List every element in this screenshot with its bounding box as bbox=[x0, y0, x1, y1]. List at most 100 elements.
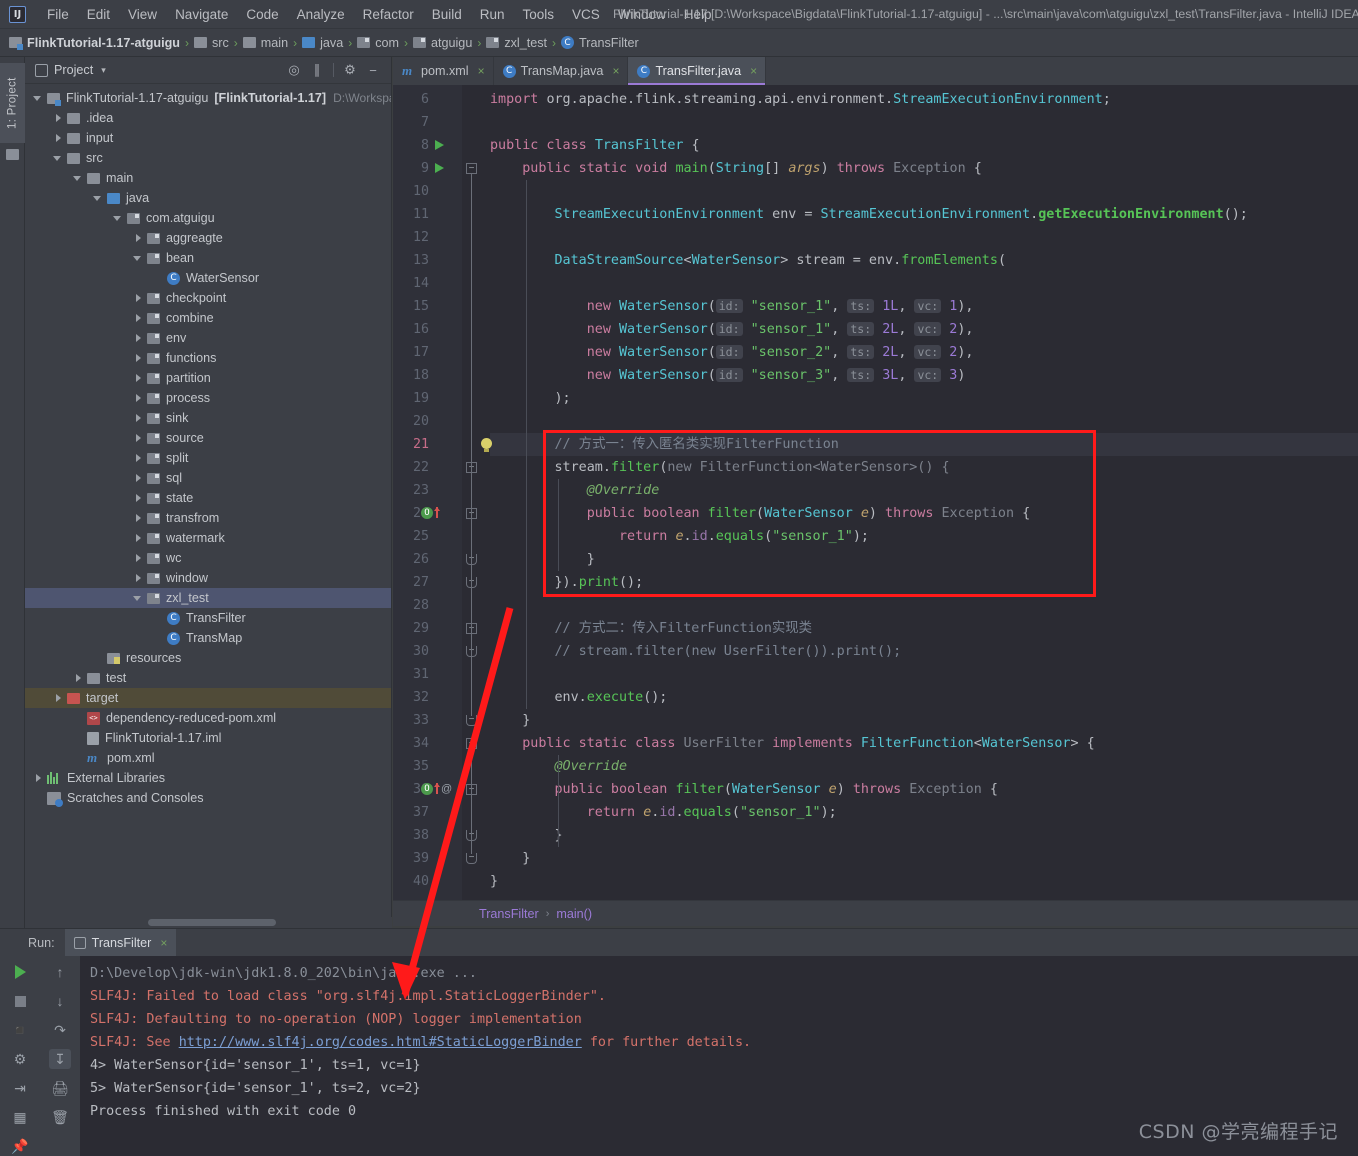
implements-method-icon[interactable]: O bbox=[421, 783, 433, 795]
tree-toggle-closed-icon[interactable] bbox=[133, 233, 144, 244]
tree-node-transmap[interactable]: C TransMap bbox=[25, 628, 391, 648]
tree-node-combine[interactable]: combine bbox=[25, 308, 391, 328]
code-line[interactable]: } bbox=[490, 709, 530, 732]
tree-node-watersensor[interactable]: C WaterSensor bbox=[25, 268, 391, 288]
tree-node-src[interactable]: src bbox=[25, 148, 391, 168]
tree-toggle-closed-icon[interactable] bbox=[133, 313, 144, 324]
menu-item-tools[interactable]: Tools bbox=[514, 4, 564, 25]
tree-toggle-closed-icon[interactable] bbox=[133, 453, 144, 464]
tree-node-sink[interactable]: sink bbox=[25, 408, 391, 428]
code-line[interactable]: } bbox=[490, 824, 562, 847]
menu-item-refactor[interactable]: Refactor bbox=[354, 4, 423, 25]
tree-node-sql[interactable]: sql bbox=[25, 468, 391, 488]
tree-node-watermark[interactable]: watermark bbox=[25, 528, 391, 548]
editor-tab-transfilter-java[interactable]: C TransFilter.java × bbox=[628, 57, 767, 85]
code-line[interactable]: public static class UserFilter implement… bbox=[490, 732, 1094, 755]
pin-icon[interactable]: 📌 bbox=[9, 1136, 31, 1156]
close-icon[interactable]: × bbox=[160, 936, 167, 950]
code-fold-icon[interactable]: − bbox=[466, 738, 477, 749]
code-line[interactable]: public static void main(String[] args) t… bbox=[490, 157, 982, 180]
scroll-down-icon[interactable]: ↓ bbox=[49, 991, 71, 1011]
menu-item-build[interactable]: Build bbox=[423, 4, 471, 25]
code-line[interactable]: }).print(); bbox=[490, 571, 643, 594]
tree-node--idea[interactable]: .idea bbox=[25, 108, 391, 128]
hide-icon[interactable]: − bbox=[363, 60, 383, 80]
editor-tab-bar[interactable]: m pom.xml × C TransMap.java × C TransFilter.jav… bbox=[393, 57, 1358, 85]
breadcrumb-item-main[interactable]: main bbox=[242, 36, 288, 50]
code-line[interactable]: new WaterSensor(id: "sensor_1", ts: 1L, … bbox=[490, 295, 973, 318]
code-fold-icon[interactable]: − bbox=[466, 715, 477, 726]
override-arrow-icon[interactable] bbox=[434, 507, 440, 518]
menu-item-vcs[interactable]: VCS bbox=[563, 4, 609, 25]
collapse-all-icon[interactable]: ∥ bbox=[307, 60, 327, 80]
tree-node-input[interactable]: input bbox=[25, 128, 391, 148]
tree-toggle-open-icon[interactable] bbox=[93, 193, 104, 204]
tree-node-transfrom[interactable]: transfrom bbox=[25, 508, 391, 528]
tree-toggle-closed-icon[interactable] bbox=[133, 353, 144, 364]
tree-node-split[interactable]: split bbox=[25, 448, 391, 468]
run-gutter-icon[interactable] bbox=[435, 163, 444, 173]
run-toolbar-right[interactable]: ↑ ↓ ↷ ↧ 🖨 🗑 bbox=[40, 956, 80, 1156]
code-line[interactable]: new WaterSensor(id: "sensor_1", ts: 2L, … bbox=[490, 318, 973, 341]
breadcrumb-item-flinktutorial-1-17-atguigu[interactable]: FlinkTutorial-1.17-atguigu bbox=[9, 36, 180, 50]
close-icon[interactable]: × bbox=[750, 64, 757, 78]
tree-node-state[interactable]: state bbox=[25, 488, 391, 508]
tree-node-dependency-reduced-pom-xml[interactable]: <> dependency-reduced-pom.xml bbox=[25, 708, 391, 728]
run-toolbar-left[interactable]: ◾ ⚙ ⇥ ▦ 📌 bbox=[0, 956, 40, 1156]
implements-method-icon[interactable]: O bbox=[421, 507, 433, 519]
tree-node-partition[interactable]: partition bbox=[25, 368, 391, 388]
close-icon[interactable]: × bbox=[612, 64, 619, 78]
tree-toggle-closed-icon[interactable] bbox=[133, 373, 144, 384]
code-line[interactable]: } bbox=[490, 548, 595, 571]
tree-toggle-closed-icon[interactable] bbox=[33, 773, 44, 784]
tree-node-functions[interactable]: functions bbox=[25, 348, 391, 368]
export-icon[interactable]: ⇥ bbox=[9, 1078, 31, 1098]
scroll-to-end-icon[interactable]: ↧ bbox=[49, 1049, 71, 1069]
tree-node-flinktutorial-1-17-atguigu[interactable]: FlinkTutorial-1.17-atguigu [FlinkTutorial… bbox=[25, 88, 391, 108]
code-line[interactable]: import org.apache.flink.streaming.api.en… bbox=[490, 88, 1111, 111]
tree-toggle-closed-icon[interactable] bbox=[133, 573, 144, 584]
override-arrow-icon[interactable] bbox=[434, 783, 440, 794]
intention-bulb-icon[interactable] bbox=[481, 438, 492, 452]
code-line[interactable]: } bbox=[490, 847, 530, 870]
tree-toggle-closed-icon[interactable] bbox=[133, 473, 144, 484]
tree-node-window[interactable]: window bbox=[25, 568, 391, 588]
tree-node-target[interactable]: target bbox=[25, 688, 391, 708]
tree-toggle-closed-icon[interactable] bbox=[53, 693, 64, 704]
code-line[interactable]: return e.id.equals("sensor_1"); bbox=[490, 525, 869, 548]
tree-node-process[interactable]: process bbox=[25, 388, 391, 408]
breadcrumb-item-zxl-test[interactable]: zxl_test bbox=[486, 36, 547, 50]
menu-item-run[interactable]: Run bbox=[471, 4, 514, 25]
code-fold-icon[interactable]: − bbox=[466, 853, 477, 864]
menu-item-code[interactable]: Code bbox=[237, 4, 287, 25]
tree-node-bean[interactable]: bean bbox=[25, 248, 391, 268]
project-horizontal-scrollbar[interactable] bbox=[25, 917, 392, 928]
code-line[interactable]: stream.filter(new FilterFunction<WaterSe… bbox=[490, 456, 949, 479]
tree-toggle-closed-icon[interactable] bbox=[133, 493, 144, 504]
editor-tab-pom-xml[interactable]: m pom.xml × bbox=[393, 57, 494, 85]
tree-node-main[interactable]: main bbox=[25, 168, 391, 188]
breadcrumb-item-atguigu[interactable]: atguigu bbox=[413, 36, 472, 50]
locate-file-icon[interactable]: ◎ bbox=[284, 60, 304, 80]
menu-item-analyze[interactable]: Analyze bbox=[288, 4, 354, 25]
code-line[interactable]: DataStreamSource<WaterSensor> stream = e… bbox=[490, 249, 1007, 272]
soft-wrap-icon[interactable]: ↷ bbox=[49, 1020, 71, 1040]
editor-breadcrumb-class[interactable]: TransFilter bbox=[479, 907, 539, 921]
code-line[interactable]: // 方式一：传入匿名类实现FilterFunction bbox=[490, 433, 838, 456]
breadcrumb-item-src[interactable]: src bbox=[194, 36, 229, 50]
chevron-down-icon[interactable]: ▾ bbox=[101, 65, 106, 76]
tree-node-pom-xml[interactable]: m pom.xml bbox=[25, 748, 391, 768]
tree-node-source[interactable]: source bbox=[25, 428, 391, 448]
editor-breadcrumb-method[interactable]: main() bbox=[556, 907, 592, 921]
tree-toggle-closed-icon[interactable] bbox=[133, 293, 144, 304]
run-gutter-icon[interactable] bbox=[435, 140, 444, 150]
print-icon[interactable]: 🖨 bbox=[49, 1078, 71, 1098]
tree-node-com-atguigu[interactable]: com.atguigu bbox=[25, 208, 391, 228]
code-line[interactable]: public boolean filter(WaterSensor e) thr… bbox=[490, 778, 997, 801]
tree-toggle-closed-icon[interactable] bbox=[133, 333, 144, 344]
scroll-up-icon[interactable]: ↑ bbox=[49, 962, 71, 982]
breadcrumb-item-transfilter[interactable]: C TransFilter bbox=[561, 36, 639, 50]
run-icon[interactable] bbox=[9, 962, 31, 982]
debug-icon[interactable]: ⚙ bbox=[9, 1049, 31, 1069]
code-line[interactable]: ); bbox=[490, 387, 570, 410]
